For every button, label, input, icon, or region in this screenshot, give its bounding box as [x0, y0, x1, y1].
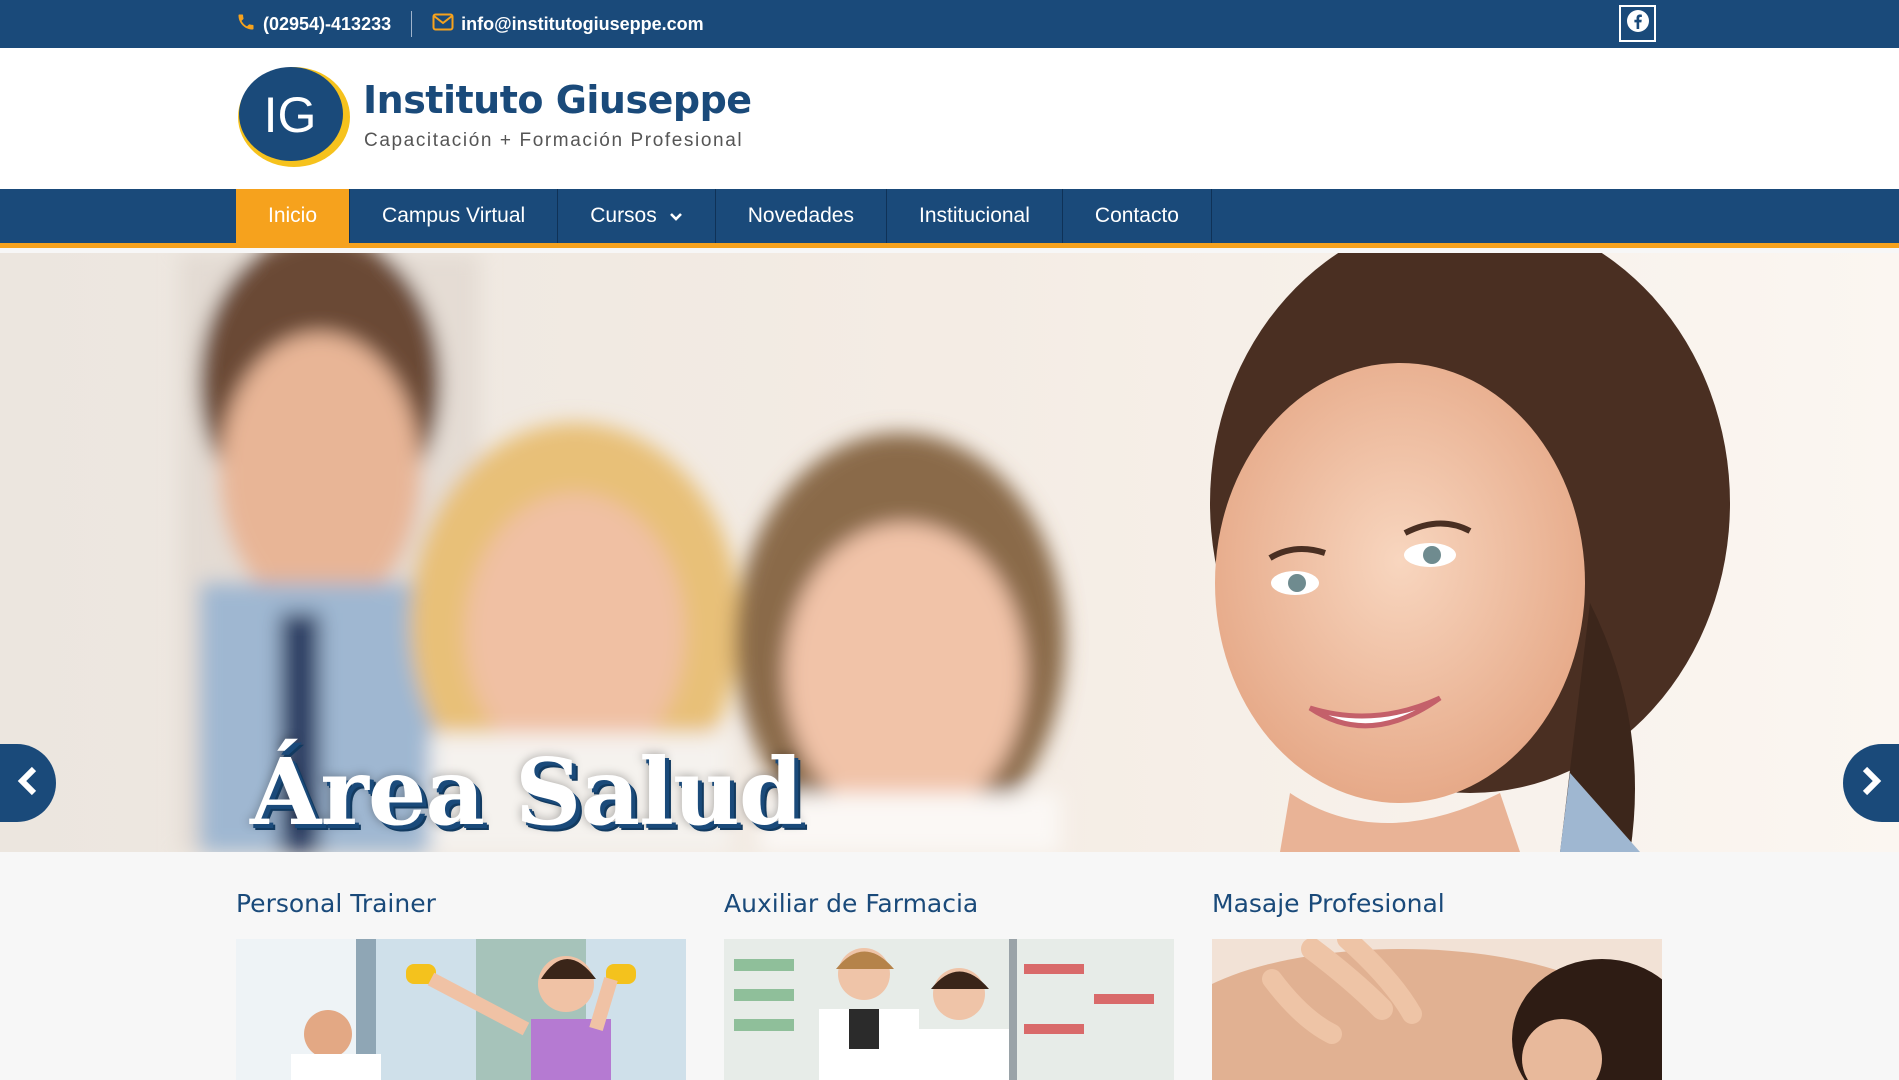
envelope-icon — [432, 13, 454, 36]
facebook-button[interactable] — [1619, 5, 1656, 42]
nav-label: Institucional — [919, 204, 1030, 227]
nav-label: Cursos — [590, 204, 657, 227]
email-link[interactable]: info@institutogiuseppe.com — [432, 13, 704, 36]
chevron-down-icon — [669, 204, 683, 228]
course-image[interactable] — [236, 939, 686, 1080]
hero-slider: Área Salud — [0, 253, 1899, 852]
site-tagline: Capacitación + Formación Profesional — [364, 130, 744, 151]
chevron-right-icon — [1860, 766, 1882, 801]
slide-caption: Área Salud — [250, 738, 803, 846]
course-image[interactable] — [724, 939, 1174, 1080]
divider — [411, 11, 413, 37]
nav-item-inicio[interactable]: Inicio — [236, 189, 351, 243]
site-logo[interactable]: IG — [236, 63, 352, 167]
nav-label: Contacto — [1094, 204, 1179, 227]
nav-item-institucional[interactable]: Institucional — [887, 189, 1063, 243]
course-title[interactable]: Masaje Profesional — [1212, 889, 1445, 918]
top-bar: (02954)-413233 info@institutogiuseppe.co… — [0, 0, 1899, 48]
phone-number: (02954)-413233 — [263, 13, 392, 34]
logo-text: IG — [264, 87, 317, 143]
phone-icon — [236, 12, 256, 37]
facebook-icon — [1626, 9, 1650, 38]
course-title[interactable]: Personal Trainer — [236, 889, 436, 918]
nav-label: Campus Virtual — [382, 204, 526, 227]
chevron-left-icon — [17, 766, 39, 801]
nav-item-campus-virtual[interactable]: Campus Virtual — [350, 189, 559, 243]
course-title[interactable]: Auxiliar de Farmacia — [724, 889, 978, 918]
nav-label: Inicio — [268, 204, 318, 227]
nav-item-contacto[interactable]: Contacto — [1063, 189, 1212, 243]
courses-section: Personal Trainer Auxiliar de Farmacia Ma… — [236, 852, 1663, 1080]
course-image[interactable] — [1212, 939, 1662, 1080]
site-title[interactable]: Instituto Giuseppe — [363, 78, 752, 122]
phone-link[interactable]: (02954)-413233 — [236, 12, 391, 37]
nav-item-novedades[interactable]: Novedades — [716, 189, 887, 243]
nav-item-cursos[interactable]: Cursos — [558, 189, 716, 243]
nav-label: Novedades — [747, 204, 854, 227]
email-address: info@institutogiuseppe.com — [461, 13, 704, 34]
site-header: IG Instituto Giuseppe Capacitación + For… — [0, 48, 1899, 189]
contact-info: (02954)-413233 info@institutogiuseppe.co… — [236, 0, 704, 48]
main-nav: Inicio Campus Virtual Cursos Novedades I… — [0, 189, 1899, 248]
